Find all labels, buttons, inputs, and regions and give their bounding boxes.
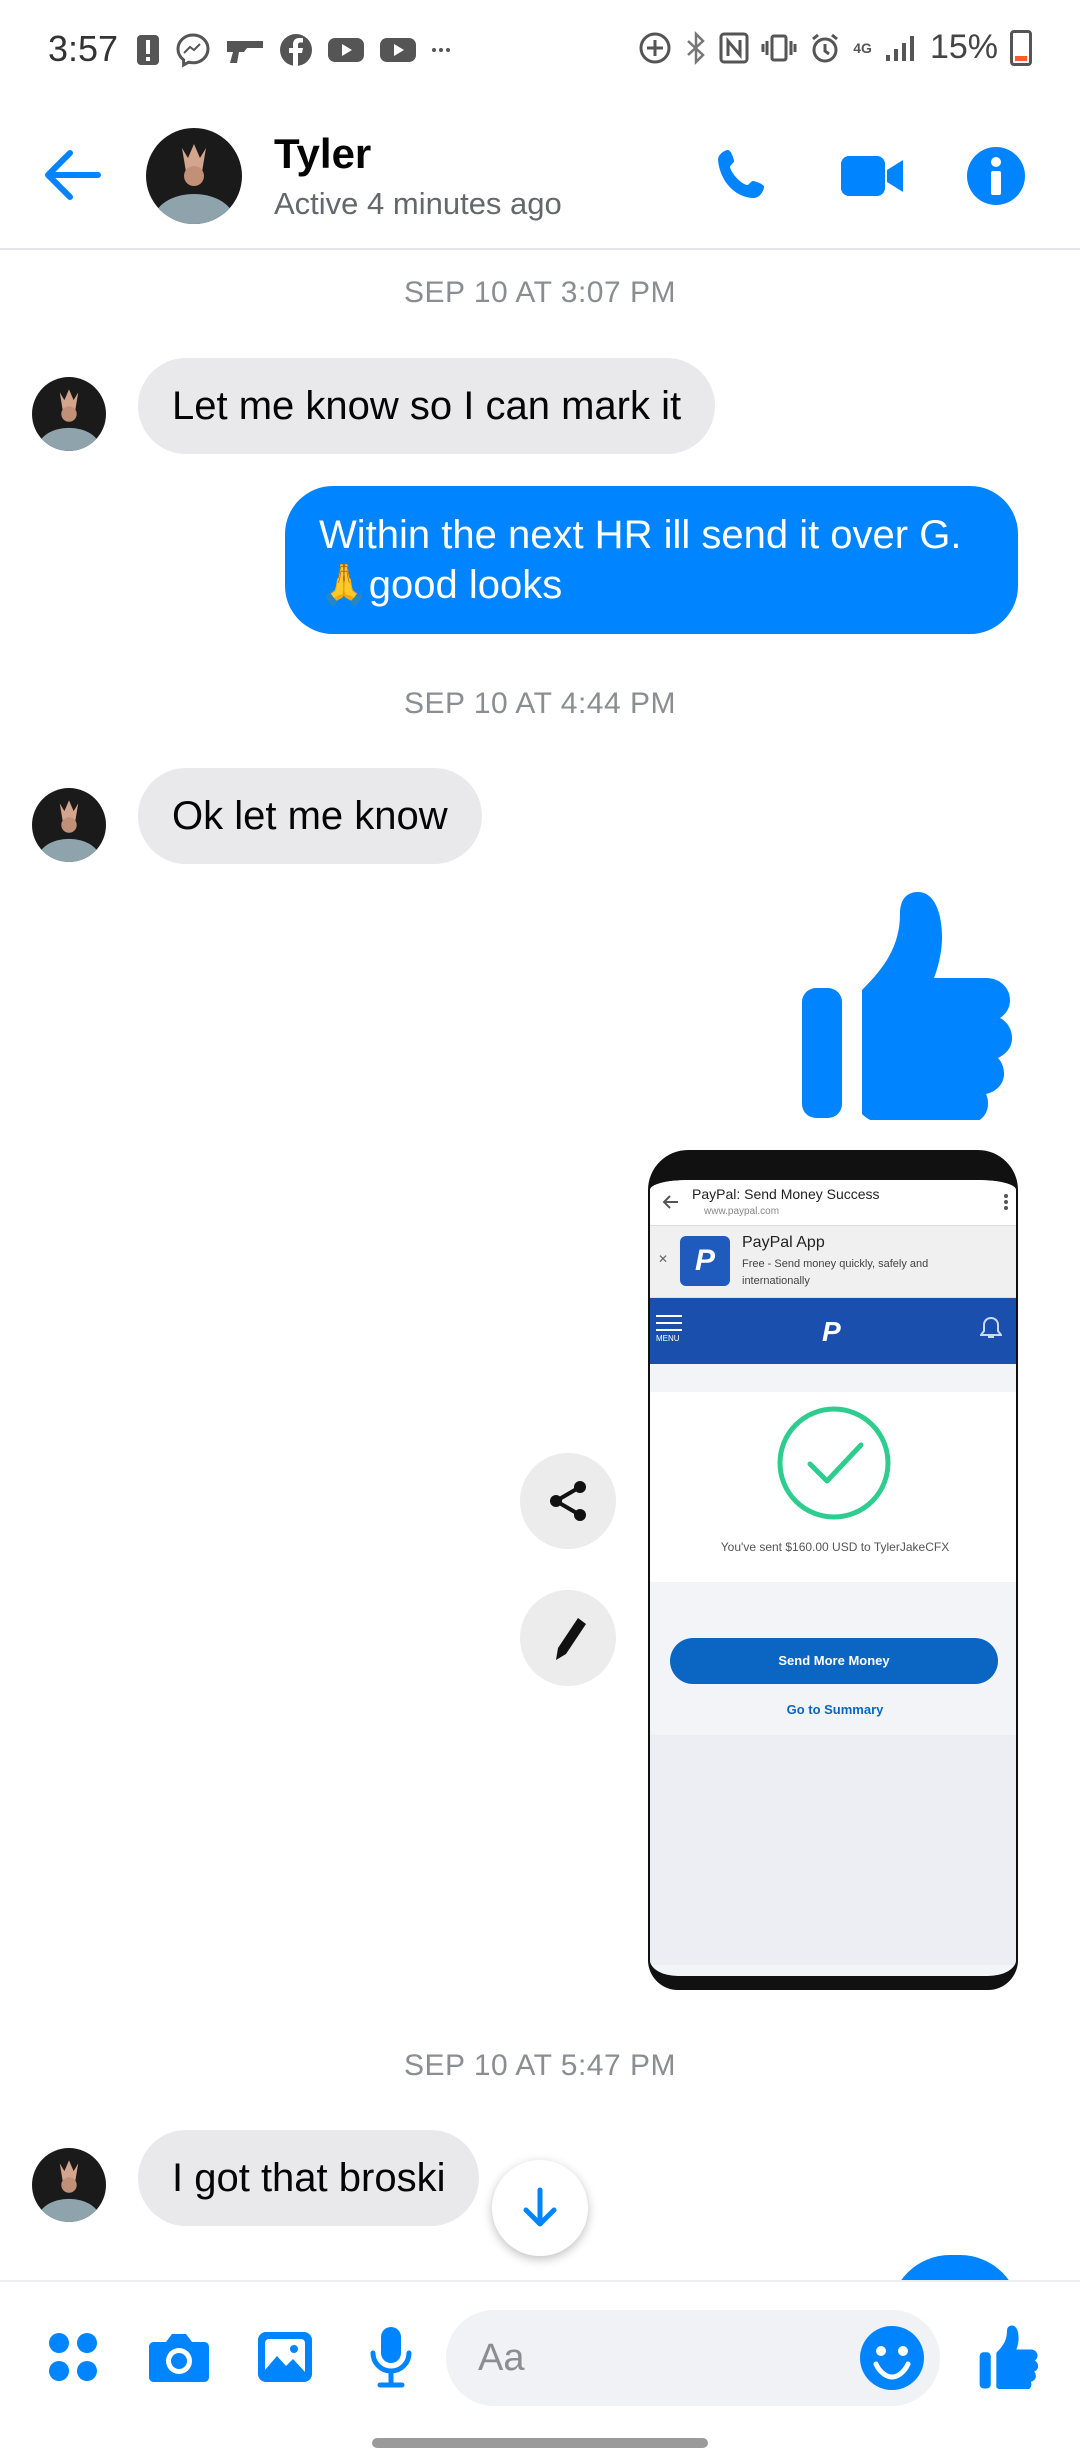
info-icon xyxy=(967,147,1025,205)
avatar-image xyxy=(32,377,106,451)
conversation-header: Tyler Active 4 minutes ago xyxy=(0,100,1080,250)
gun-icon xyxy=(227,41,263,63)
att-hamburger-icon xyxy=(656,1315,682,1331)
timestamp: SEP 10 AT 5:47 PM xyxy=(404,2049,676,2082)
att-success-check-icon xyxy=(777,1406,891,1520)
video-call-button[interactable] xyxy=(836,140,908,212)
messenger-conversation: 3:57 4G 15% Tyler Active 4 minutes ago S… xyxy=(0,0,1080,2460)
pencil-icon xyxy=(556,1618,586,1660)
avatar-image xyxy=(146,128,242,224)
contact-avatar[interactable] xyxy=(146,128,242,224)
youtube-icon-2 xyxy=(380,38,416,62)
home-indicator[interactable] xyxy=(372,2438,708,2448)
network-type: 4G xyxy=(853,39,872,56)
avatar-image xyxy=(32,2148,106,2222)
paypal-p-icon: P xyxy=(822,1316,841,1347)
att-back-icon xyxy=(662,1195,678,1209)
battery-percent: 15% xyxy=(929,28,998,66)
att-send-more-button: Send More Money xyxy=(670,1638,998,1684)
att-battery: 69% xyxy=(977,1154,1004,1169)
voice-message-button[interactable] xyxy=(356,2322,426,2392)
gallery-button[interactable] xyxy=(250,2322,320,2392)
messenger-icon xyxy=(176,33,210,68)
sender-avatar[interactable] xyxy=(32,377,106,451)
alarm-icon xyxy=(812,33,839,62)
more-actions-button[interactable] xyxy=(38,2322,108,2392)
incoming-message[interactable]: I got that broski xyxy=(138,2130,480,2226)
att-url-bar: PayPal: Send Money Success www.paypal.co… xyxy=(650,1180,1016,1226)
sender-avatar[interactable] xyxy=(32,788,106,862)
four-dots-icon xyxy=(49,2333,97,2381)
smiley-icon xyxy=(860,2326,924,2390)
incoming-message[interactable]: Ok let me know xyxy=(138,768,482,864)
image-attachment[interactable]: 4:51 69% PayPal: Send Money Success www.… xyxy=(648,1150,1018,1990)
timestamp: SEP 10 AT 4:44 PM xyxy=(404,687,676,720)
att-status-bar: 4:51 69% xyxy=(664,1154,1004,1176)
video-camera-icon xyxy=(841,156,903,196)
scroll-to-bottom-button[interactable] xyxy=(492,2160,588,2256)
data-saver-icon xyxy=(639,32,671,63)
timestamp: SEP 10 AT 3:07 PM xyxy=(404,276,676,309)
att-empty-area xyxy=(650,1735,1016,1965)
status-time: 3:57 xyxy=(48,28,119,69)
att-bell-icon xyxy=(980,1316,1002,1338)
vibrate-icon xyxy=(761,34,797,61)
outgoing-message[interactable]: Within the next HR ill send it over G. 🙏… xyxy=(285,486,1018,634)
thumbs-up-icon xyxy=(979,2325,1039,2389)
youtube-icon xyxy=(328,38,364,62)
facebook-icon xyxy=(280,34,312,66)
att-page-url: www.paypal.com xyxy=(704,1206,780,1217)
notification-icons xyxy=(135,32,451,68)
contact-name[interactable]: Tyler xyxy=(274,130,371,178)
alert-icon xyxy=(137,35,159,65)
share-button[interactable] xyxy=(520,1453,616,1549)
active-status: Active 4 minutes ago xyxy=(274,186,562,221)
att-success-card: You've sent $160.00 USD to TylerJakeCFX xyxy=(650,1392,1016,1582)
att-sent-text: You've sent $160.00 USD to TylerJakeCFX xyxy=(720,1540,950,1554)
send-like-button[interactable] xyxy=(974,2322,1044,2392)
att-app-desc: Free - Send money quickly, safely and in… xyxy=(742,1258,929,1287)
edit-button[interactable] xyxy=(520,1590,616,1686)
battery-icon xyxy=(1010,29,1032,66)
camera-button[interactable] xyxy=(144,2322,214,2392)
system-status: 4G 15% xyxy=(637,28,1032,67)
status-bar: 3:57 4G 15% xyxy=(0,0,1080,100)
microphone-icon xyxy=(370,2327,412,2388)
att-nav-bar: MENU P xyxy=(650,1298,1016,1364)
message-composer xyxy=(0,2280,1080,2460)
avatar-image xyxy=(32,788,106,862)
back-arrow-icon xyxy=(45,150,101,200)
att-menu: MENU xyxy=(656,1314,682,1343)
att-summary-link: Go to Summary xyxy=(786,1702,884,1717)
signal-icon xyxy=(885,35,914,61)
att-page-title: PayPal: Send Money Success xyxy=(692,1186,880,1202)
att-app-banner: ✕ P PayPal App Free - Send money quickly… xyxy=(650,1226,1016,1298)
emoji-button[interactable] xyxy=(858,2324,926,2392)
att-menu-label: MENU xyxy=(656,1334,680,1343)
conversation-info-button[interactable] xyxy=(960,140,1032,212)
att-more-icon xyxy=(1004,1194,1008,1210)
incoming-message[interactable]: Let me know so I can mark it xyxy=(138,358,716,454)
bluetooth-icon xyxy=(687,30,706,65)
more-icon xyxy=(432,48,450,52)
arrow-down-icon xyxy=(523,2187,557,2227)
att-app-title: PayPal App xyxy=(742,1234,825,1251)
back-button[interactable] xyxy=(40,145,106,205)
share-icon xyxy=(550,1481,586,1521)
camera-icon xyxy=(149,2334,209,2382)
att-home-bar xyxy=(770,1982,900,1986)
att-time: 4:51 xyxy=(664,1154,690,1169)
att-close-icon: ✕ xyxy=(658,1252,669,1266)
nfc-icon xyxy=(719,32,749,63)
sender-avatar[interactable] xyxy=(32,2148,106,2222)
voice-call-button[interactable] xyxy=(708,140,780,212)
paypal-logo-icon: P xyxy=(680,1236,730,1286)
image-icon xyxy=(258,2332,312,2382)
thumbs-up-icon xyxy=(802,892,1012,1124)
thumbs-up-sticker[interactable] xyxy=(800,890,1015,1124)
phone-icon xyxy=(718,150,764,198)
